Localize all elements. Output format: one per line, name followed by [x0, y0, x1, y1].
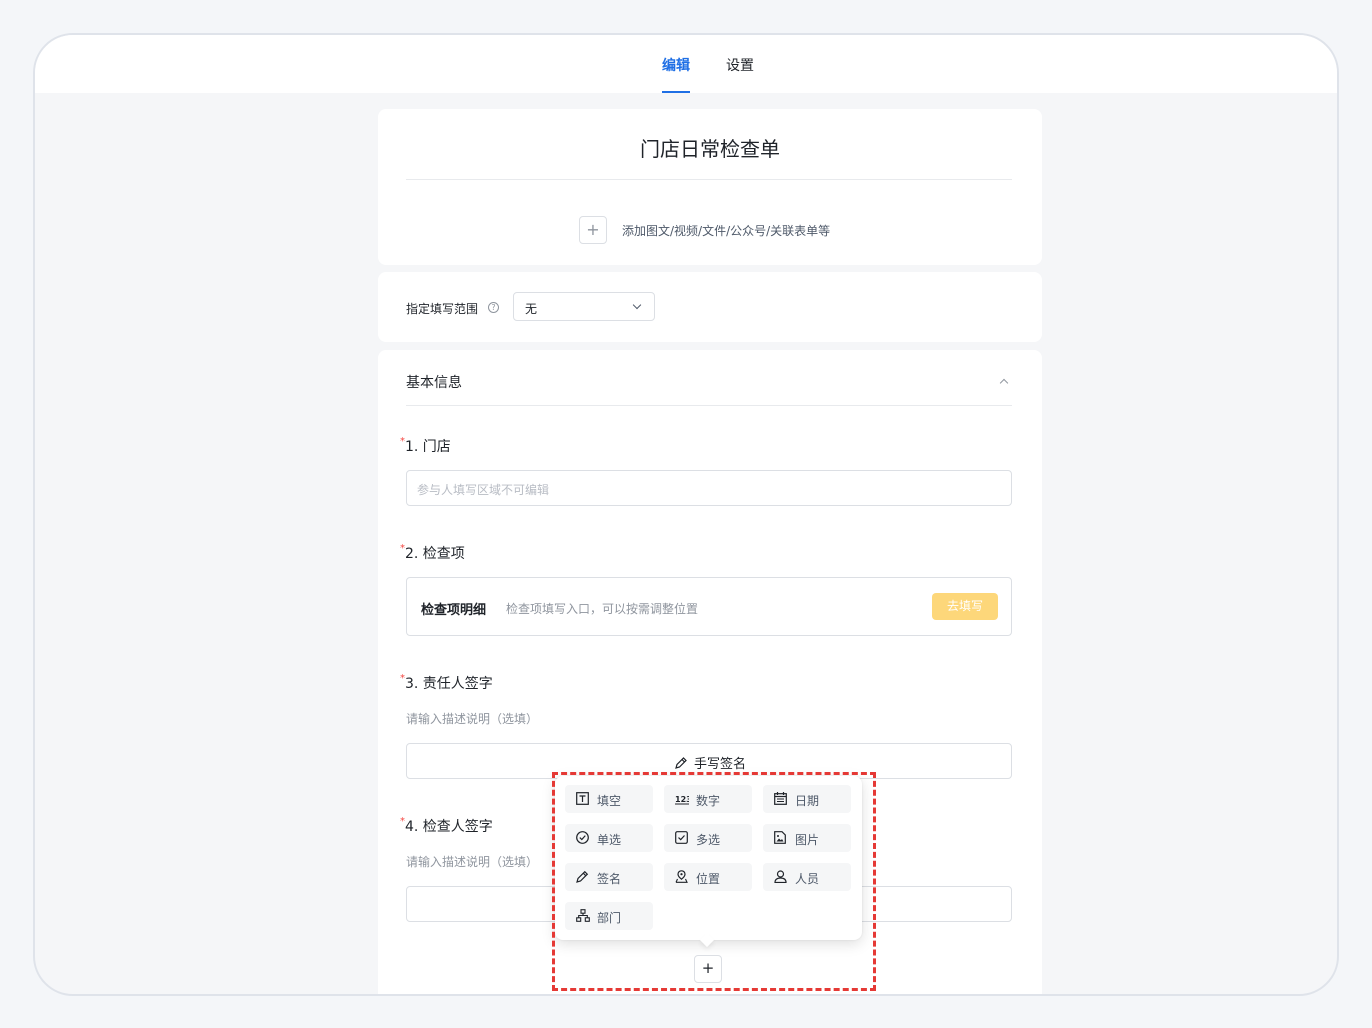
- field-type-number[interactable]: 123 数字: [664, 785, 752, 813]
- chevron-down-icon: [632, 300, 642, 310]
- form-title[interactable]: 门店日常检查单: [378, 133, 1042, 162]
- field-type-multi-choice[interactable]: 多选: [664, 824, 752, 852]
- form-header-card: 门店日常检查单 + 添加图文/视频/文件/公众号/关联表单等: [378, 109, 1042, 265]
- scope-card: 指定填写范围 ? 无: [378, 272, 1042, 342]
- scope-select[interactable]: 无: [513, 292, 655, 321]
- handwrite-sign-button[interactable]: 手写签名: [407, 753, 1013, 772]
- org-chart-icon: [576, 909, 590, 922]
- question-3-title: 3. 责任人签字: [405, 676, 493, 692]
- question-3-desc[interactable]: 请输入描述说明（选填）: [406, 710, 538, 727]
- field-type-date[interactable]: 日期: [763, 785, 851, 813]
- field-type-image[interactable]: 图片: [763, 824, 851, 852]
- question-2-title: 2. 检查项: [405, 546, 465, 562]
- field-type-label: 填空: [597, 794, 622, 808]
- field-type-label: 位置: [696, 872, 721, 886]
- field-type-label: 单选: [597, 833, 622, 847]
- plus-icon: +: [586, 220, 600, 239]
- field-type-label: 签名: [597, 872, 622, 886]
- field-type-label: 多选: [696, 833, 721, 847]
- plus-icon: +: [701, 959, 715, 977]
- field-type-single-choice[interactable]: 单选: [565, 824, 653, 852]
- field-type-menu: 填空 123 数字 日期 单选 多选 图片 签名 位置 人员 部门: [555, 776, 862, 948]
- scope-select-value: 无: [525, 302, 538, 316]
- handwrite-sign-label: 手写签名: [693, 757, 746, 772]
- field-type-text[interactable]: 填空: [565, 785, 653, 813]
- question-1-label[interactable]: *1. 门店: [400, 436, 451, 456]
- field-type-location[interactable]: 位置: [664, 863, 752, 891]
- section-title: 基本信息: [406, 375, 462, 391]
- field-type-label: 数字: [696, 794, 721, 808]
- person-icon: [774, 870, 787, 883]
- top-tab-bar: 编辑 设置: [35, 35, 1337, 93]
- check-items-desc: 检查项填写入口，可以按需调整位置: [506, 602, 699, 616]
- svg-text:123: 123: [675, 795, 689, 804]
- check-items-box: 检查项明细 检查项填写入口，可以按需调整位置 去填写: [406, 577, 1012, 636]
- field-type-signature[interactable]: 签名: [565, 863, 653, 891]
- calendar-icon: [774, 792, 787, 805]
- active-tab-indicator: [662, 91, 690, 93]
- divider: [406, 179, 1012, 180]
- collapse-chevron-up-icon[interactable]: [999, 378, 1009, 388]
- radio-icon: [576, 831, 589, 844]
- question-3-label[interactable]: *3. 责任人签字: [400, 673, 493, 693]
- go-fill-button[interactable]: 去填写: [932, 593, 998, 620]
- question-1-title: 1. 门店: [405, 439, 451, 455]
- check-items-title: 检查项明细: [421, 603, 487, 618]
- question-4-title: 4. 检查人签字: [405, 819, 493, 835]
- image-file-icon: [774, 831, 786, 844]
- store-input-placeholder: 参与人填写区域不可编辑: [417, 483, 550, 497]
- field-type-label: 人员: [795, 872, 820, 886]
- question-4-label[interactable]: *4. 检查人签字: [400, 816, 493, 836]
- add-media-button[interactable]: +: [579, 216, 607, 244]
- field-type-label: 部门: [597, 911, 622, 925]
- number-icon: 123: [675, 795, 689, 805]
- location-icon: [675, 870, 688, 883]
- pen-icon: [576, 870, 589, 883]
- store-input: 参与人填写区域不可编辑: [406, 470, 1012, 506]
- question-4-desc[interactable]: 请输入描述说明（选填）: [406, 853, 538, 870]
- field-type-person[interactable]: 人员: [763, 863, 851, 891]
- add-field-button[interactable]: +: [694, 955, 722, 983]
- pen-icon: [675, 757, 687, 769]
- field-type-label: 图片: [795, 833, 820, 847]
- scope-label: 指定填写范围: [406, 302, 479, 316]
- field-type-label: 日期: [795, 794, 820, 808]
- field-type-department[interactable]: 部门: [565, 902, 653, 930]
- handwrite-sign-field[interactable]: 手写签名: [406, 743, 1012, 779]
- add-media-label[interactable]: 添加图文/视频/文件/公众号/关联表单等: [622, 222, 830, 239]
- question-2-label[interactable]: *2. 检查项: [400, 543, 465, 563]
- help-icon[interactable]: ?: [488, 302, 499, 313]
- tab-settings[interactable]: 设置: [726, 55, 754, 75]
- divider: [406, 405, 1012, 406]
- text-field-icon: [576, 792, 589, 805]
- tab-edit[interactable]: 编辑: [662, 55, 690, 75]
- checkbox-icon: [675, 831, 688, 844]
